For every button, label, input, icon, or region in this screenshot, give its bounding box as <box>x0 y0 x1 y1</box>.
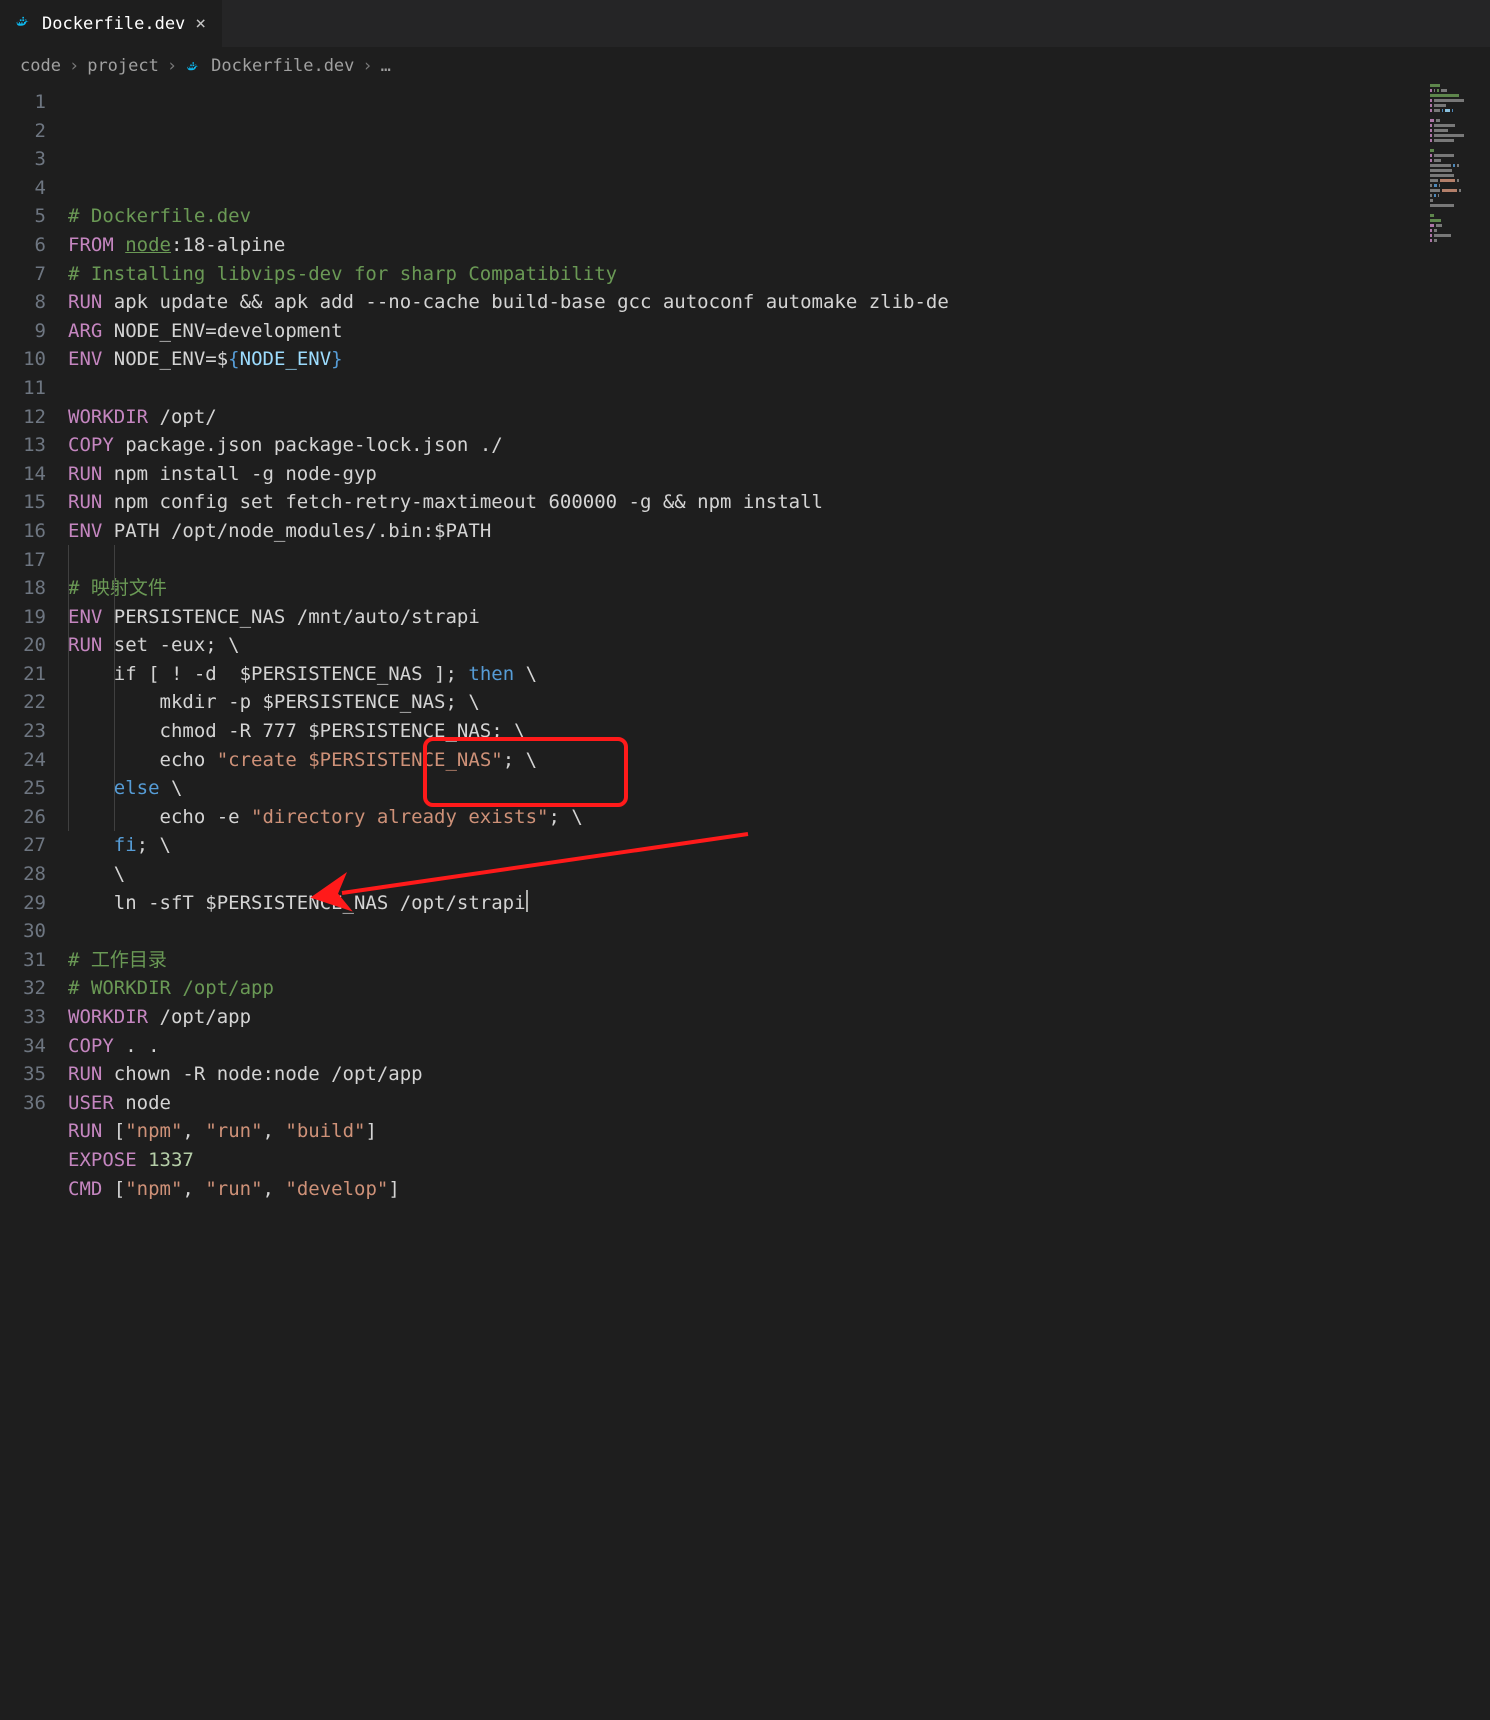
line-number: 36 <box>0 1089 46 1118</box>
line-number: 26 <box>0 803 46 832</box>
line-number: 28 <box>0 860 46 889</box>
breadcrumb[interactable]: code › project › Dockerfile.dev › … <box>0 48 1490 84</box>
line-number: 2 <box>0 117 46 146</box>
line-number: 7 <box>0 260 46 289</box>
line-number: 32 <box>0 974 46 1003</box>
docker-icon <box>14 11 34 36</box>
code-line[interactable]: ENV NODE_ENV=${NODE_ENV} <box>68 345 1490 374</box>
code-line[interactable] <box>68 917 1490 946</box>
breadcrumb-segment[interactable]: code <box>20 56 61 76</box>
text-cursor <box>526 890 528 912</box>
code-line[interactable]: mkdir -p $PERSISTENCE_NAS; \ <box>68 688 1490 717</box>
code-line[interactable]: RUN set -eux; \ <box>68 631 1490 660</box>
code-line[interactable]: if [ ! -d $PERSISTENCE_NAS ]; then \ <box>68 660 1490 689</box>
line-number: 1 <box>0 88 46 117</box>
code-line[interactable]: COPY . . <box>68 1032 1490 1061</box>
code-line[interactable]: fi; \ <box>68 831 1490 860</box>
code-line[interactable]: ln -sfT $PERSISTENCE_NAS /opt/strapi <box>68 889 1490 918</box>
code-line[interactable]: \ <box>68 860 1490 889</box>
tab-filename: Dockerfile.dev <box>42 14 185 34</box>
line-number: 13 <box>0 431 46 460</box>
line-number: 27 <box>0 831 46 860</box>
code-line[interactable] <box>68 374 1490 403</box>
line-number: 17 <box>0 546 46 575</box>
code-line[interactable]: FROM node:18-alpine <box>68 231 1490 260</box>
code-line[interactable]: RUN npm config set fetch-retry-maxtimeou… <box>68 488 1490 517</box>
minimap[interactable] <box>1430 84 1486 244</box>
line-number: 33 <box>0 1003 46 1032</box>
line-number: 35 <box>0 1060 46 1089</box>
code-line[interactable]: chmod -R 777 $PERSISTENCE_NAS; \ <box>68 717 1490 746</box>
code-line[interactable]: ENV PERSISTENCE_NAS /mnt/auto/strapi <box>68 603 1490 632</box>
line-number: 15 <box>0 488 46 517</box>
line-number: 4 <box>0 174 46 203</box>
code-line[interactable]: RUN chown -R node:node /opt/app <box>68 1060 1490 1089</box>
line-number: 31 <box>0 946 46 975</box>
line-number: 19 <box>0 603 46 632</box>
breadcrumb-segment[interactable]: project <box>87 56 159 76</box>
code-line[interactable]: # 映射文件 <box>68 574 1490 603</box>
line-number: 21 <box>0 660 46 689</box>
line-number: 22 <box>0 688 46 717</box>
code-content[interactable]: # Dockerfile.devFROM node:18-alpine# Ins… <box>68 88 1490 1232</box>
line-number: 3 <box>0 145 46 174</box>
code-line[interactable] <box>68 1203 1490 1232</box>
editor-tab-active[interactable]: Dockerfile.dev × <box>0 0 223 47</box>
close-icon[interactable]: × <box>193 13 208 34</box>
code-line[interactable]: RUN apk update && apk add --no-cache bui… <box>68 288 1490 317</box>
code-line[interactable]: ARG NODE_ENV=development <box>68 317 1490 346</box>
code-line[interactable] <box>68 546 1490 575</box>
code-line[interactable]: CMD ["npm", "run", "develop"] <box>68 1175 1490 1204</box>
breadcrumb-segment[interactable]: … <box>381 56 391 76</box>
line-number: 6 <box>0 231 46 260</box>
code-line[interactable]: WORKDIR /opt/app <box>68 1003 1490 1032</box>
code-line[interactable]: else \ <box>68 774 1490 803</box>
code-line[interactable]: USER node <box>68 1089 1490 1118</box>
line-number: 30 <box>0 917 46 946</box>
line-number: 25 <box>0 774 46 803</box>
line-number: 24 <box>0 746 46 775</box>
code-line[interactable]: echo "create $PERSISTENCE_NAS"; \ <box>68 746 1490 775</box>
code-line[interactable]: EXPOSE 1337 <box>68 1146 1490 1175</box>
code-line[interactable]: echo -e "directory already exists"; \ <box>68 803 1490 832</box>
code-line[interactable]: # Installing libvips-dev for sharp Compa… <box>68 260 1490 289</box>
line-number: 9 <box>0 317 46 346</box>
line-number: 5 <box>0 202 46 231</box>
line-number: 12 <box>0 403 46 432</box>
line-number: 14 <box>0 460 46 489</box>
line-number: 34 <box>0 1032 46 1061</box>
code-line[interactable]: RUN ["npm", "run", "build"] <box>68 1117 1490 1146</box>
code-line[interactable]: COPY package.json package-lock.json ./ <box>68 431 1490 460</box>
code-line[interactable]: # WORKDIR /opt/app <box>68 974 1490 1003</box>
line-number: 23 <box>0 717 46 746</box>
breadcrumb-segment[interactable]: Dockerfile.dev <box>211 56 354 76</box>
line-number: 18 <box>0 574 46 603</box>
line-number: 8 <box>0 288 46 317</box>
chevron-right-icon: › <box>69 56 79 76</box>
code-line[interactable]: ENV PATH /opt/node_modules/.bin:$PATH <box>68 517 1490 546</box>
code-line[interactable]: RUN npm install -g node-gyp <box>68 460 1490 489</box>
line-number: 10 <box>0 345 46 374</box>
code-line[interactable]: # 工作目录 <box>68 946 1490 975</box>
tab-bar: Dockerfile.dev × <box>0 0 1490 48</box>
docker-icon <box>185 56 203 76</box>
code-line[interactable]: WORKDIR /opt/ <box>68 403 1490 432</box>
code-line[interactable]: # Dockerfile.dev <box>68 202 1490 231</box>
line-number: 20 <box>0 631 46 660</box>
line-number-gutter: 1234567891011121314151617181920212223242… <box>0 88 68 1232</box>
line-number: 29 <box>0 889 46 918</box>
line-number: 11 <box>0 374 46 403</box>
code-editor[interactable]: 1234567891011121314151617181920212223242… <box>0 84 1490 1232</box>
chevron-right-icon: › <box>167 56 177 76</box>
chevron-right-icon: › <box>362 56 372 76</box>
line-number: 16 <box>0 517 46 546</box>
